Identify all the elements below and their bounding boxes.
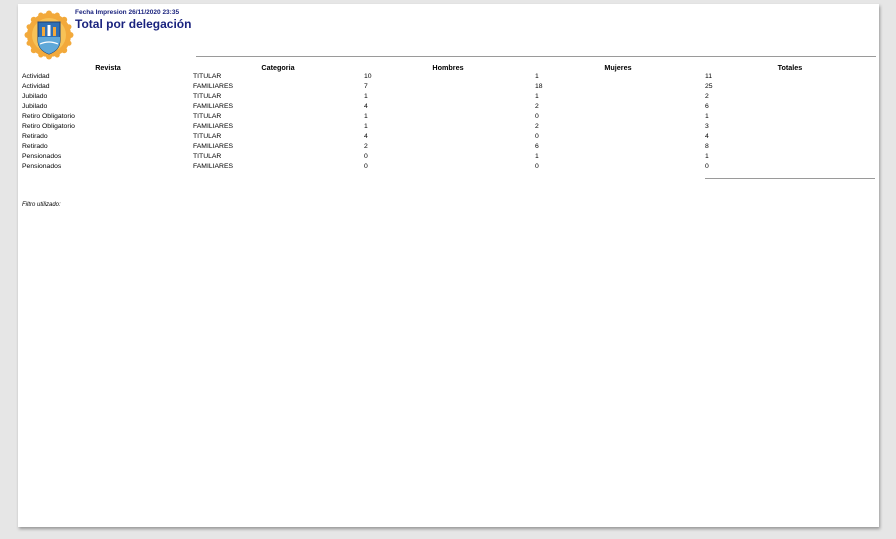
cell-categoria: FAMILIARES (193, 103, 234, 110)
cell-categoria: TITULAR (193, 133, 222, 140)
cell-mujeres: 1 (535, 73, 539, 80)
cell-revista: Pensionados (22, 163, 62, 170)
cell-mujeres: 0 (535, 113, 539, 120)
cell-totales: 1 (705, 113, 709, 120)
cell-categoria: FAMILIARES (193, 123, 234, 130)
cell-mujeres: 0 (535, 133, 539, 140)
cell-categoria: TITULAR (193, 93, 222, 100)
column-header-revista: Revista (95, 63, 121, 72)
header-divider (196, 56, 876, 57)
cell-totales: 4 (705, 133, 709, 140)
filter-label: Filtro utilizado: (22, 202, 61, 208)
cell-hombres: 7 (364, 83, 368, 90)
cell-hombres: 0 (364, 163, 368, 170)
cell-totales: 11 (705, 73, 713, 80)
cell-revista: Pensionados (22, 153, 62, 160)
cell-hombres: 1 (364, 113, 368, 120)
cell-revista: Retiro Obligatorio (22, 123, 75, 130)
report-page: Fecha Impresion 26/11/2020 23:35 Total p… (18, 4, 879, 527)
table-row: Retiro Obligatorio FAMILIARES 1 2 3 (18, 123, 879, 133)
cell-hombres: 2 (364, 143, 368, 150)
column-header-categoria: Categoria (261, 63, 295, 72)
cell-hombres: 1 (364, 123, 368, 130)
cell-hombres: 4 (364, 133, 368, 140)
table-row: Jubilado FAMILIARES 4 2 6 (18, 103, 879, 113)
table-row: Jubilado TITULAR 1 1 2 (18, 93, 879, 103)
cell-categoria: FAMILIARES (193, 163, 234, 170)
cell-categoria: TITULAR (193, 113, 222, 120)
cell-mujeres: 2 (535, 123, 539, 130)
cell-mujeres: 18 (535, 83, 543, 90)
print-date: Fecha Impresion 26/11/2020 23:35 (75, 9, 180, 16)
cell-totales: 6 (705, 103, 709, 110)
table-row: Retirado TITULAR 4 0 4 (18, 133, 879, 143)
table-row: Pensionados TITULAR 0 1 1 (18, 153, 879, 163)
cell-totales: 1 (705, 153, 709, 160)
cell-categoria: FAMILIARES (193, 143, 234, 150)
cell-revista: Retirado (22, 133, 48, 140)
cell-mujeres: 1 (535, 153, 539, 160)
cell-categoria: FAMILIARES (193, 83, 234, 90)
cell-revista: Retiro Obligatorio (22, 113, 75, 120)
cell-mujeres: 6 (535, 143, 539, 150)
cell-categoria: TITULAR (193, 73, 222, 80)
cell-hombres: 1 (364, 93, 368, 100)
column-header-hombres: Hombres (432, 63, 464, 72)
cell-totales: 0 (705, 163, 709, 170)
cell-revista: Actividad (22, 83, 50, 90)
cell-totales: 25 (705, 83, 713, 90)
cell-revista: Retirado (22, 143, 48, 150)
table-row: Retiro Obligatorio TITULAR 1 0 1 (18, 113, 879, 123)
table-row: Actividad TITULAR 10 1 11 (18, 73, 879, 83)
cell-mujeres: 2 (535, 103, 539, 110)
cell-totales: 8 (705, 143, 709, 150)
page-title: Total por delegación (75, 17, 192, 31)
cell-revista: Jubilado (22, 93, 48, 100)
totals-divider (705, 178, 875, 179)
cell-hombres: 4 (364, 103, 368, 110)
cell-hombres: 10 (364, 73, 372, 80)
cell-totales: 3 (705, 123, 709, 130)
cell-totales: 2 (705, 93, 709, 100)
column-header-mujeres: Mujeres (604, 63, 632, 72)
cell-revista: Jubilado (22, 103, 48, 110)
cell-categoria: TITULAR (193, 153, 222, 160)
cell-hombres: 0 (364, 153, 368, 160)
cell-mujeres: 0 (535, 163, 539, 170)
table-row: Pensionados FAMILIARES 0 0 0 (18, 163, 879, 173)
cell-mujeres: 1 (535, 93, 539, 100)
table-row: Retirado FAMILIARES 2 6 8 (18, 143, 879, 153)
seal-logo-icon (24, 10, 74, 60)
cell-revista: Actividad (22, 73, 50, 80)
table-row: Actividad FAMILIARES 7 18 25 (18, 83, 879, 93)
column-header-totales: Totales (777, 63, 803, 72)
